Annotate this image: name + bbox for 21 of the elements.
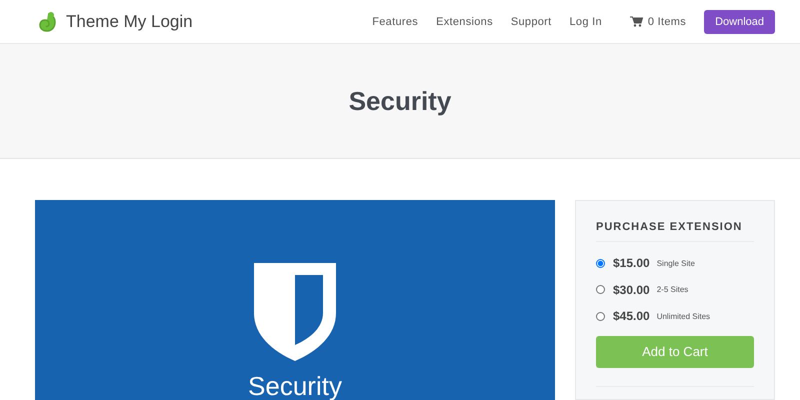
license-label: Single Site [656,258,695,268]
shield-icon [252,261,338,363]
download-button[interactable]: Download [704,10,775,34]
page-title: Security [348,86,452,116]
chameleon-logo-icon [38,10,58,32]
price-label: $15.00 [613,256,650,270]
purchase-heading: PURCHASE EXTENSION [596,221,754,242]
cart-link[interactable]: 0 Items [648,16,686,28]
nav-link[interactable]: Extensions [436,16,493,28]
price-label: $45.00 [613,309,650,324]
license-radio[interactable] [596,258,605,268]
price-label: $30.00 [613,282,650,297]
nav-link[interactable]: Support [510,16,552,28]
license-label: 2-5 Sites [656,285,688,294]
brand-name[interactable]: Theme My Login [66,12,193,32]
license-radio[interactable] [596,312,605,321]
license-radio[interactable] [596,285,605,294]
license-label: Unlimited Sites [656,312,710,321]
cart-icon[interactable] [630,16,643,27]
nav-link[interactable]: Log In [570,16,602,28]
nav-link[interactable]: Features [372,16,418,28]
